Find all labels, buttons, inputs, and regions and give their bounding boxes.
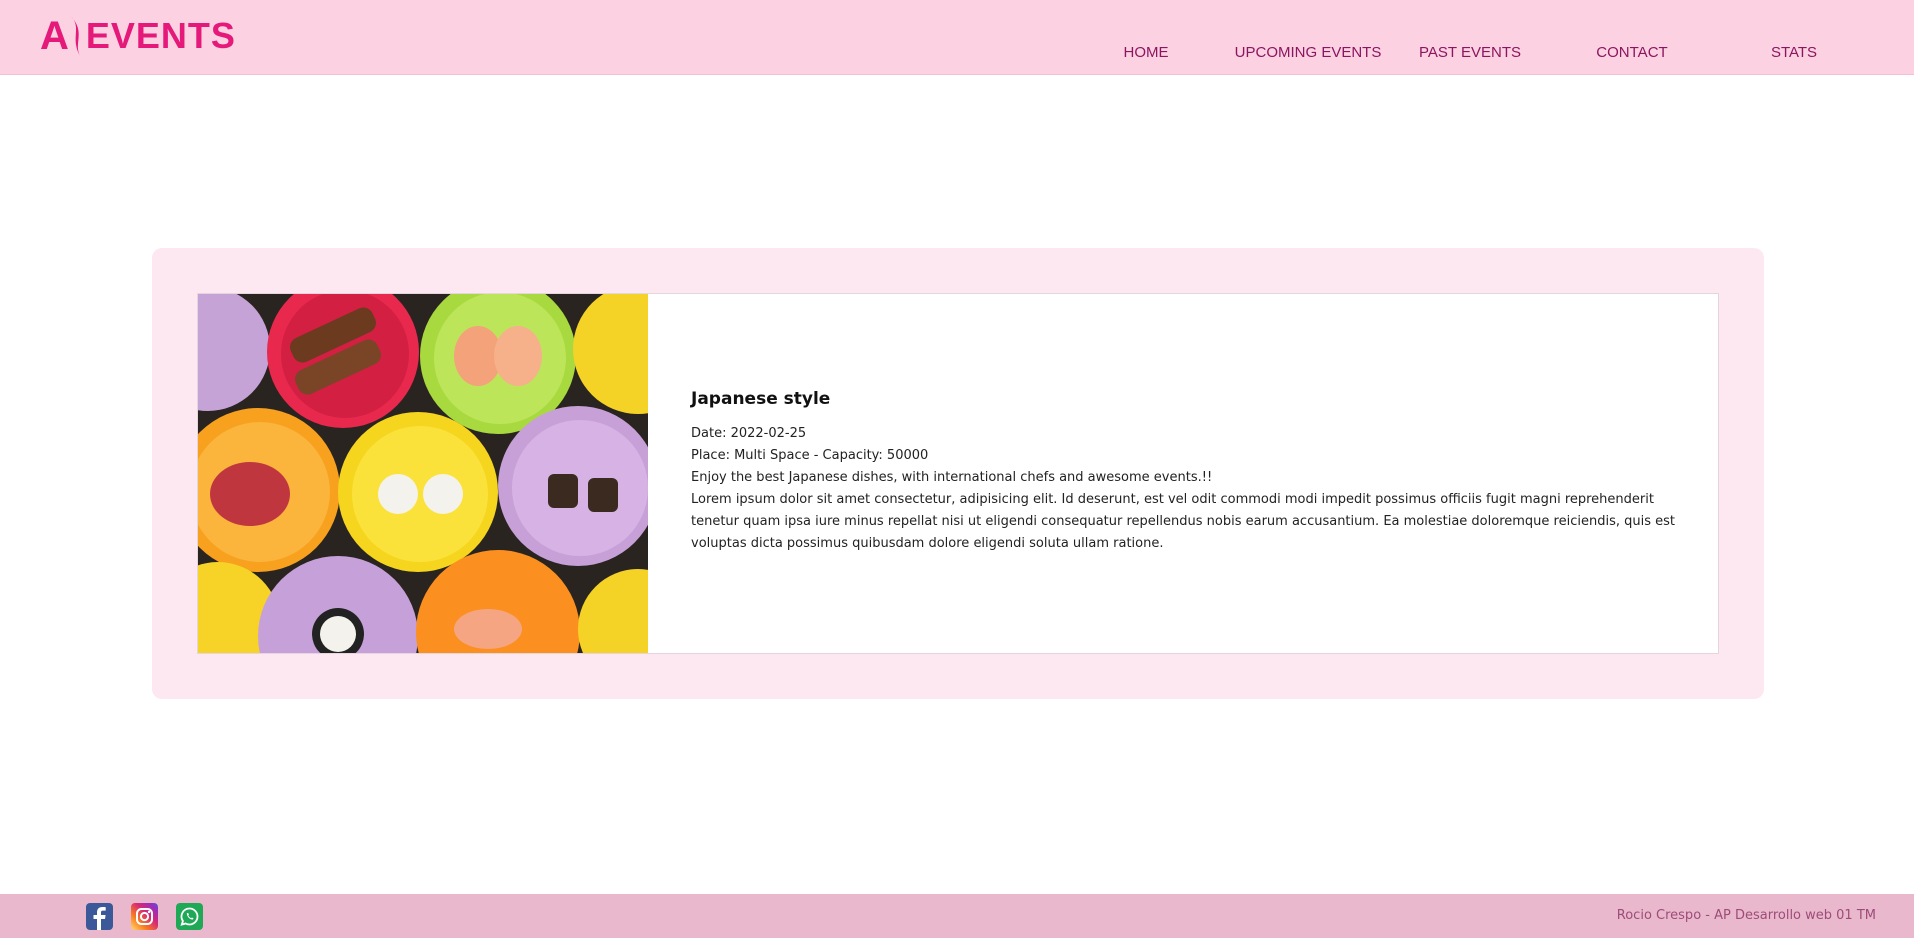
whatsapp-icon[interactable] — [176, 903, 203, 930]
footer-credit: Rocio Crespo - AP Desarrollo web 01 TM — [1616, 908, 1876, 923]
nav-past-events[interactable]: PAST EVENTS — [1419, 44, 1521, 61]
nav-stats[interactable]: STATS — [1771, 44, 1817, 61]
instagram-icon[interactable] — [131, 903, 158, 930]
event-date: Date: 2022-02-25 — [691, 426, 807, 441]
navbar: A EVENTS HOME UPCOMING EVENTS PAST EVENT… — [0, 0, 1914, 75]
nav-upcoming-events[interactable]: UPCOMING EVENTS — [1235, 44, 1382, 61]
sushi-plates-photo-icon — [198, 294, 648, 653]
nav-home[interactable]: HOME — [1124, 44, 1169, 61]
facebook-icon[interactable] — [86, 903, 113, 930]
event-lorem-text: Lorem ipsum dolor sit amet consectetur, … — [691, 492, 1675, 551]
nav-contact[interactable]: CONTACT — [1596, 44, 1667, 61]
event-card: Japanese style Date: 2022-02-25 Place: M… — [197, 293, 1719, 654]
event-image — [198, 294, 648, 653]
event-info: Japanese style Date: 2022-02-25 Place: M… — [691, 389, 1681, 555]
footer: Rocio Crespo - AP Desarrollo web 01 TM — [0, 894, 1914, 938]
event-title: Japanese style — [691, 389, 831, 409]
event-detail-panel: Japanese style Date: 2022-02-25 Place: M… — [152, 248, 1764, 699]
event-place: Place: Multi Space - Capacity: 50000 — [691, 448, 929, 463]
main-nav: HOME UPCOMING EVENTS PAST EVENTS CONTACT… — [0, 44, 1914, 64]
event-description: Enjoy the best Japanese dishes, with int… — [691, 470, 1213, 485]
